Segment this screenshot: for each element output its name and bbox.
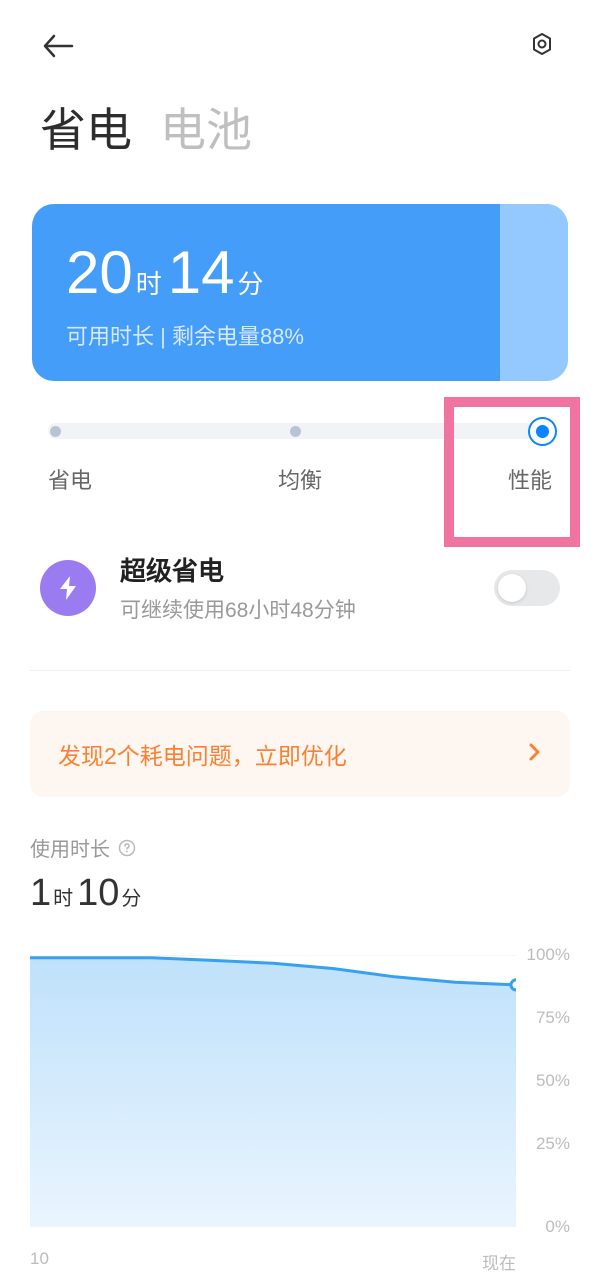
super-save-toggle[interactable] [494, 570, 560, 606]
battery-card[interactable]: 20 时 14 分 可用时长 | 剩余电量88% [32, 204, 568, 381]
tabs: 省电 电池 [0, 94, 600, 160]
toggle-knob [498, 574, 526, 602]
settings-button[interactable] [524, 28, 560, 64]
minutes-unit: 分 [238, 264, 264, 301]
mode-dot-balanced[interactable] [290, 426, 301, 437]
help-icon[interactable] [118, 839, 136, 857]
mode-label-balanced[interactable]: 均衡 [278, 463, 322, 495]
gear-icon [528, 32, 556, 60]
lightning-icon [40, 560, 96, 616]
usage-label: 使用时长 [30, 833, 110, 862]
usage-hours: 1 [30, 872, 51, 915]
y-tick: 50% [536, 1071, 570, 1091]
y-tick: 75% [536, 1008, 570, 1028]
usage-minutes-unit: 分 [121, 882, 141, 911]
back-button[interactable] [40, 28, 76, 64]
chart-y-axis: 100% 75% 50% 25% 0% [516, 955, 570, 1227]
usage-time: 1 时 10 分 [30, 872, 570, 915]
super-save-subtitle: 可继续使用68小时48分钟 [120, 594, 494, 624]
y-tick: 0% [545, 1217, 570, 1237]
x-tick-end: 现在 [482, 1249, 516, 1274]
usage-minutes: 10 [77, 872, 119, 915]
tab-power-saving[interactable]: 省电 [40, 94, 132, 160]
chart-x-axis: 10 现在 [30, 1249, 570, 1274]
arrow-left-icon [42, 34, 74, 58]
optimize-banner[interactable]: 发现2个耗电问题，立即优化 [30, 711, 570, 797]
usage-label-row: 使用时长 [30, 833, 570, 862]
tab-battery[interactable]: 电池 [160, 94, 252, 160]
super-save-title: 超级省电 [120, 551, 494, 588]
super-save-text: 超级省电 可继续使用68小时48分钟 [120, 551, 494, 624]
chart-container: 100% 75% 50% 25% 0% 10 现在 [30, 955, 570, 1274]
x-tick-start: 10 [30, 1249, 49, 1274]
optimize-text: 发现2个耗电问题，立即优化 [58, 737, 347, 771]
hours-unit: 时 [136, 264, 162, 301]
mode-section: 省电 均衡 性能 [48, 423, 552, 495]
battery-subtitle: 可用时长 | 剩余电量88% [66, 319, 534, 351]
mode-dot-power-saving[interactable] [50, 426, 61, 437]
hours-value: 20 [66, 238, 133, 307]
super-save-row: 超级省电 可继续使用68小时48分钟 [40, 551, 560, 624]
y-tick: 25% [536, 1134, 570, 1154]
usage-hours-unit: 时 [53, 882, 73, 911]
remaining-time: 20 时 14 分 [66, 238, 534, 307]
battery-chart[interactable] [30, 955, 516, 1227]
mode-label-performance[interactable]: 性能 [508, 463, 552, 495]
usage-section: 使用时长 1 时 10 分 [30, 833, 570, 915]
y-tick: 100% [527, 945, 570, 965]
mode-dot-performance[interactable] [530, 419, 555, 444]
chevron-right-icon [528, 742, 542, 767]
divider [30, 670, 570, 671]
mode-label-power-saving[interactable]: 省电 [48, 463, 92, 495]
minutes-value: 14 [168, 238, 235, 307]
mode-labels: 省电 均衡 性能 [48, 463, 552, 495]
mode-slider[interactable] [48, 423, 552, 439]
header [0, 0, 600, 80]
